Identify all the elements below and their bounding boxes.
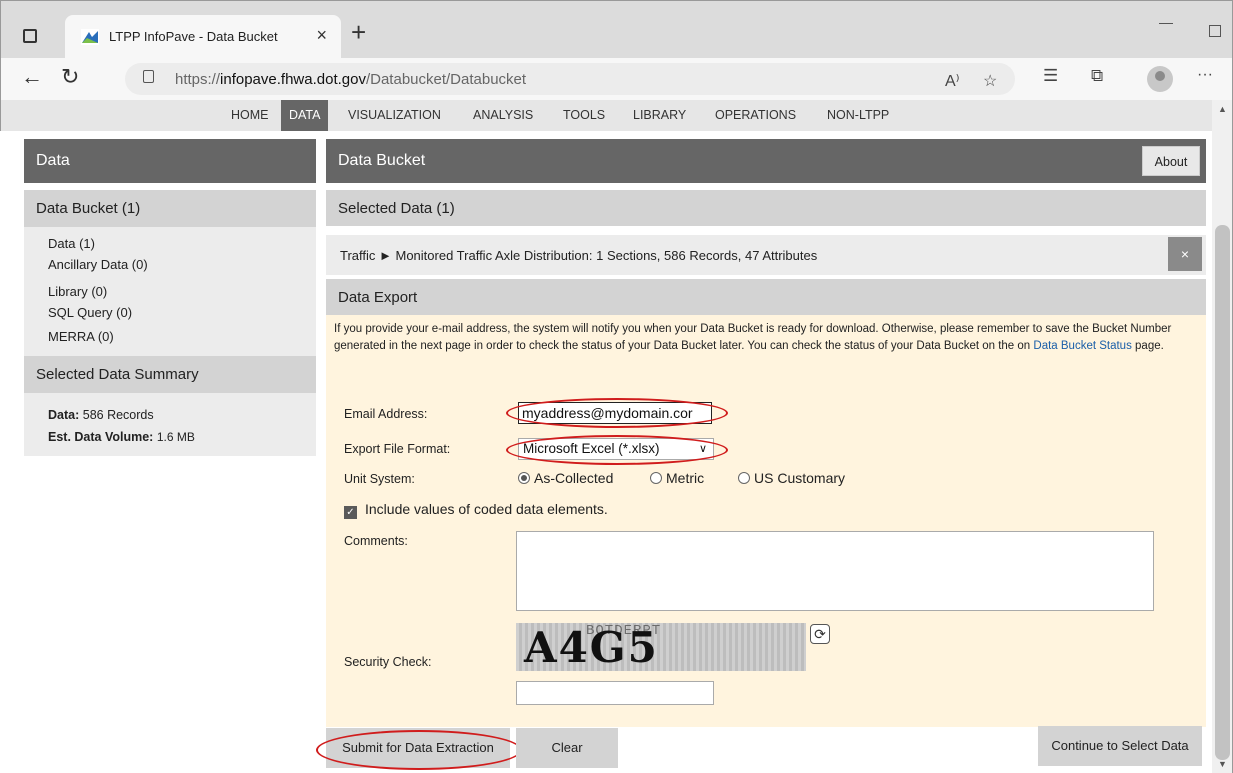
format-label: Export File Format:	[344, 442, 451, 456]
scroll-up-icon[interactable]: ▲	[1218, 104, 1227, 114]
browser-tab-bar: LTPP InfoPave - Data Bucket × +	[0, 0, 1233, 59]
lock-icon[interactable]	[143, 70, 154, 83]
chevron-down-icon: ∨	[698, 443, 707, 455]
comments-label: Comments:	[344, 534, 408, 548]
address-bar[interactable]: https://infopave.fhwa.dot.gov/Databucket…	[125, 63, 1015, 95]
captcha-image: BOTDERPT A4G5	[516, 623, 806, 671]
sidebar-item-data[interactable]: Data (1)	[48, 236, 95, 251]
maximize-icon[interactable]	[1209, 25, 1221, 37]
nav-data[interactable]: DATA	[281, 100, 329, 131]
favorites-icon[interactable]: ☰	[1043, 66, 1058, 86]
export-notice: If you provide your e-mail address, the …	[334, 323, 1172, 352]
summary-data: Data: 586 Records	[48, 408, 154, 422]
unit-metric-radio[interactable]: Metric	[650, 470, 704, 486]
checkmark-icon: ✓	[344, 506, 357, 519]
selected-data-item: Traffic ► Monitored Traffic Axle Distrib…	[326, 235, 1206, 275]
unit-us-customary-radio[interactable]: US Customary	[738, 470, 845, 486]
nav-home[interactable]: HOME	[231, 108, 269, 122]
nav-library[interactable]: LIBRARY	[633, 108, 686, 122]
page-title: Data Bucket About	[326, 139, 1206, 183]
selected-data-heading: Selected Data (1)	[326, 190, 1206, 226]
sidebar-item-sql-query[interactable]: SQL Query (0)	[48, 305, 132, 320]
tab-title: LTPP InfoPave - Data Bucket	[109, 29, 278, 44]
selected-data-text: Traffic ► Monitored Traffic Axle Distrib…	[340, 248, 818, 263]
address-toolbar: ← ↻ https://infopave.fhwa.dot.gov/Databu…	[0, 58, 1233, 100]
nav-analysis[interactable]: ANALYSIS	[473, 108, 533, 122]
export-format-select[interactable]: Microsoft Excel (*.xlsx) ∨	[518, 438, 714, 460]
summary-volume: Est. Data Volume: 1.6 MB	[48, 430, 195, 444]
nav-operations[interactable]: OPERATIONS	[715, 108, 796, 122]
nav-tools[interactable]: TOOLS	[563, 108, 605, 122]
site-favicon-icon	[81, 29, 99, 45]
include-coded-checkbox[interactable]: ✓ Include values of coded data elements.	[344, 501, 608, 519]
radio-icon	[650, 472, 662, 484]
collections-icon[interactable]: ⧉	[1091, 66, 1103, 86]
url-text[interactable]: https://infopave.fhwa.dot.gov/Databucket…	[175, 71, 526, 88]
data-bucket-heading: Data Bucket (1)	[24, 190, 316, 227]
sidebar-item-library[interactable]: Library (0)	[48, 284, 107, 299]
more-icon[interactable]: ···	[1197, 66, 1213, 84]
site-nav: HOME DATA VISUALIZATION ANALYSIS TOOLS L…	[0, 100, 1212, 131]
unit-system-label: Unit System:	[344, 472, 415, 486]
back-icon[interactable]: ←	[21, 64, 43, 90]
page-scrollbar[interactable]: ▲ ▼	[1212, 100, 1233, 773]
new-tab-button[interactable]: +	[351, 17, 366, 48]
data-export-panel: If you provide your e-mail address, the …	[326, 315, 1206, 727]
remove-item-button[interactable]: ×	[1168, 237, 1202, 271]
radio-selected-icon	[518, 472, 530, 484]
reload-icon[interactable]: ↻	[61, 64, 79, 90]
minimize-icon[interactable]	[1159, 23, 1173, 24]
captcha-text: A4G5	[524, 623, 659, 671]
page-title-text: Data Bucket	[338, 152, 426, 169]
read-aloud-icon[interactable]: A⁾	[945, 71, 960, 91]
profile-avatar[interactable]	[1147, 66, 1173, 92]
sidebar-item-ancillary-data[interactable]: Ancillary Data (0)	[48, 257, 148, 272]
refresh-captcha-icon[interactable]: ⟳	[810, 624, 830, 644]
sidebar-panel: Data Bucket (1) Data (1) Ancillary Data …	[24, 190, 316, 456]
data-bucket-status-link[interactable]: Data Bucket Status	[1033, 340, 1131, 352]
summary-heading: Selected Data Summary	[24, 356, 316, 393]
comments-textarea[interactable]	[516, 531, 1154, 611]
browser-tab[interactable]: LTPP InfoPave - Data Bucket ×	[65, 15, 341, 59]
security-check-label: Security Check:	[344, 655, 432, 669]
radio-icon	[738, 472, 750, 484]
add-favorite-icon[interactable]: ☆	[983, 71, 997, 91]
tab-actions-icon[interactable]	[23, 29, 37, 43]
email-field[interactable]	[518, 402, 712, 424]
security-check-input[interactable]	[516, 681, 714, 705]
scroll-thumb[interactable]	[1215, 225, 1230, 760]
continue-to-select-data-button[interactable]: Continue to Select Data	[1038, 726, 1202, 766]
nav-non-ltpp[interactable]: NON-LTPP	[827, 108, 889, 122]
about-button[interactable]: About	[1142, 146, 1200, 176]
submit-button[interactable]: Submit for Data Extraction	[326, 728, 510, 768]
sidebar-title: Data	[24, 139, 316, 183]
unit-as-collected-radio[interactable]: As-Collected	[518, 470, 613, 486]
tab-close-icon[interactable]: ×	[316, 25, 327, 46]
export-format-value: Microsoft Excel (*.xlsx)	[523, 441, 660, 456]
sidebar-item-merra[interactable]: MERRA (0)	[48, 329, 114, 344]
clear-button[interactable]: Clear	[516, 728, 618, 768]
data-export-heading: Data Export	[326, 279, 1206, 315]
scroll-down-icon[interactable]: ▼	[1218, 759, 1227, 769]
nav-visualization[interactable]: VISUALIZATION	[348, 108, 441, 122]
email-label: Email Address:	[344, 407, 428, 421]
